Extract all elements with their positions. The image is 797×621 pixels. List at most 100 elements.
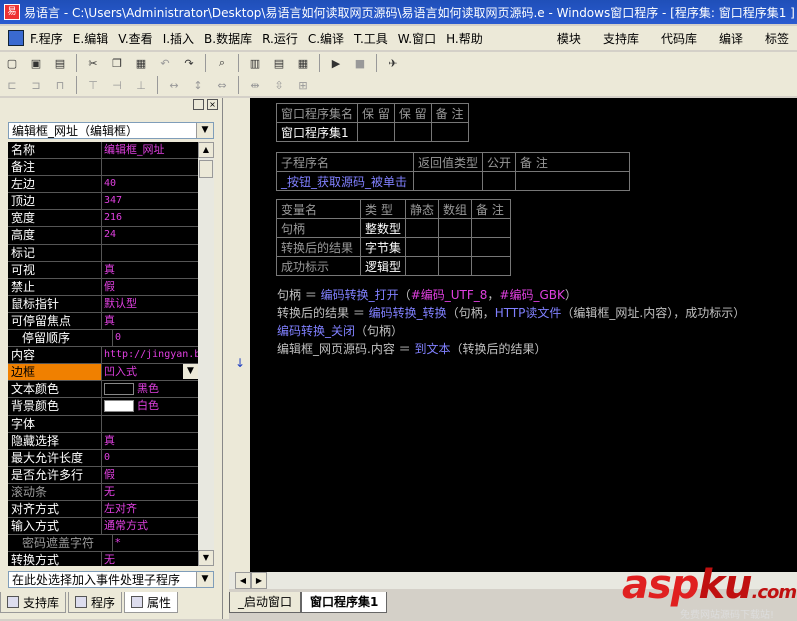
table-cell[interactable]: [405, 218, 440, 238]
menu-support-libs[interactable]: 支持库: [603, 30, 639, 47]
layout2-icon[interactable]: ▤: [269, 53, 289, 73]
table-cell[interactable]: [357, 122, 395, 142]
align-middle-icon[interactable]: ⊣: [107, 75, 127, 95]
table-cell[interactable]: [430, 122, 469, 142]
table-row[interactable]: 转换后的结果 字节集: [276, 237, 512, 257]
object-selector[interactable]: 编辑框_网址（编辑框） ▼: [8, 122, 214, 139]
table-cell[interactable]: [471, 218, 512, 238]
event-selector[interactable]: 在此处选择加入事件处理子程序 ▼: [8, 571, 214, 588]
property-row[interactable]: 禁止假: [8, 278, 198, 296]
property-row[interactable]: 最大允许长度 0: [8, 449, 198, 467]
chevron-down-icon[interactable]: ▼: [196, 572, 213, 587]
align-right-icon[interactable]: ⊓: [50, 75, 70, 95]
property-value[interactable]: 216: [102, 210, 198, 226]
scroll-up-icon[interactable]: ▲: [198, 142, 214, 158]
property-row[interactable]: 鼠标指针 默认型: [8, 295, 198, 313]
center-form-icon[interactable]: ⊞: [293, 75, 313, 95]
same-size-icon[interactable]: ⇔: [212, 75, 232, 95]
property-row[interactable]: 背景颜色 白色: [8, 398, 198, 416]
property-value[interactable]: 0: [113, 330, 198, 346]
property-row[interactable]: 字体: [8, 415, 198, 433]
menu-database[interactable]: B.数据库: [204, 30, 252, 47]
menu-edit[interactable]: E.编辑: [73, 30, 108, 47]
property-value[interactable]: [102, 245, 198, 261]
menu-compile[interactable]: C.编译: [308, 30, 344, 47]
property-value[interactable]: http://jingyan.b: [102, 347, 198, 363]
property-row[interactable]: 文本颜色 黑色: [8, 381, 198, 399]
scroll-left-icon[interactable]: ◀: [235, 572, 251, 589]
property-row[interactable]: 可停留焦点真: [8, 312, 198, 331]
chevron-down-icon[interactable]: ▼: [196, 123, 213, 138]
table-cell[interactable]: 转换后的结果: [276, 237, 361, 257]
table-cell[interactable]: 成功标示: [276, 256, 361, 276]
align-center-icon[interactable]: ⊐: [26, 75, 46, 95]
property-value[interactable]: 左对齐: [102, 501, 198, 517]
undo-icon[interactable]: ↶: [155, 53, 175, 73]
menu-bookmarks[interactable]: 标签: [765, 30, 789, 47]
property-row[interactable]: 左边 40: [8, 176, 198, 194]
pin-icon[interactable]: [193, 99, 204, 110]
table-cell[interactable]: [438, 237, 473, 257]
property-value[interactable]: 白色: [102, 398, 198, 414]
save-icon[interactable]: ▤: [50, 53, 70, 73]
table-cell[interactable]: [405, 256, 440, 276]
property-value[interactable]: 0: [102, 450, 198, 466]
paste-icon[interactable]: ▦: [131, 53, 151, 73]
property-value[interactable]: 真: [102, 313, 198, 329]
property-row[interactable]: 隐藏选择真: [8, 432, 198, 450]
table-cell[interactable]: [405, 237, 440, 257]
table-row[interactable]: 窗口程序集1: [275, 122, 469, 142]
code-line[interactable]: 句柄 ＝ 编码转换_打开（#编码_UTF_8，#编码_GBK）: [277, 286, 577, 303]
property-value[interactable]: 默认型: [102, 296, 198, 312]
same-height-icon[interactable]: ↕: [188, 75, 208, 95]
menu-view[interactable]: V.查看: [118, 30, 152, 47]
property-value[interactable]: [102, 416, 198, 432]
property-value[interactable]: 黑色: [102, 381, 198, 397]
property-value[interactable]: 编辑框_网址: [102, 142, 198, 158]
property-value[interactable]: 真: [102, 262, 198, 278]
property-value[interactable]: 无: [102, 484, 198, 500]
document-icon[interactable]: [8, 30, 24, 46]
property-row[interactable]: 宽度 216: [8, 210, 198, 228]
find-icon[interactable]: ⌕: [212, 53, 232, 73]
menu-window[interactable]: W.窗口: [398, 30, 436, 47]
table-cell[interactable]: [471, 256, 512, 276]
table-row[interactable]: _按钮_获取源码_被单击: [276, 171, 631, 191]
cut-icon[interactable]: ✂: [83, 53, 103, 73]
code-line[interactable]: 转换后的结果 ＝ 编码转换_转换（句柄，HTTP读文件（编辑框_网址.内容），成…: [277, 304, 745, 321]
property-value[interactable]: 通常方式: [102, 518, 198, 534]
table-cell[interactable]: [515, 171, 631, 191]
property-value[interactable]: 假: [102, 279, 198, 295]
property-row[interactable]: 是否允许多行假: [8, 466, 198, 484]
property-row[interactable]: 高度 24: [8, 227, 198, 245]
table-cell[interactable]: [438, 256, 473, 276]
property-value[interactable]: 凹入式 ▼: [102, 364, 198, 380]
layout1-icon[interactable]: ▥: [245, 53, 265, 73]
align-left-icon[interactable]: ⊏: [2, 75, 22, 95]
tab-startup-window[interactable]: _启动窗口: [229, 592, 302, 613]
scroll-thumb[interactable]: [199, 160, 213, 178]
open-icon[interactable]: ▣: [26, 53, 46, 73]
property-row[interactable]: 备注: [8, 159, 198, 177]
menu-run[interactable]: R.运行: [262, 30, 298, 47]
property-row[interactable]: 标记: [8, 244, 198, 262]
menu-tools[interactable]: T.工具: [354, 30, 388, 47]
close-icon[interactable]: ×: [207, 99, 218, 110]
property-value[interactable]: 无: [102, 552, 198, 566]
property-value[interactable]: 40: [102, 176, 198, 192]
tab-assembly1[interactable]: 窗口程序集1: [301, 592, 388, 613]
table-cell[interactable]: 句柄: [276, 218, 361, 238]
menu-program[interactable]: F.程序: [30, 30, 63, 47]
menu-insert[interactable]: I.插入: [163, 30, 194, 47]
property-row[interactable]: 内容 http://jingyan.b: [8, 347, 198, 365]
tab-properties[interactable]: 属性: [124, 592, 179, 613]
new-icon[interactable]: ▢: [2, 53, 22, 73]
table-cell[interactable]: 整数型: [359, 218, 407, 238]
space-horizontal-icon[interactable]: ⇹: [245, 75, 265, 95]
space-vertical-icon[interactable]: ⇳: [269, 75, 289, 95]
stop-icon[interactable]: ■: [350, 53, 370, 73]
run-icon[interactable]: ▶: [326, 53, 346, 73]
property-row[interactable]: 对齐方式 左对齐: [8, 500, 198, 519]
menu-help[interactable]: H.帮助: [446, 30, 483, 47]
menu-code-library[interactable]: 代码库: [661, 30, 697, 47]
